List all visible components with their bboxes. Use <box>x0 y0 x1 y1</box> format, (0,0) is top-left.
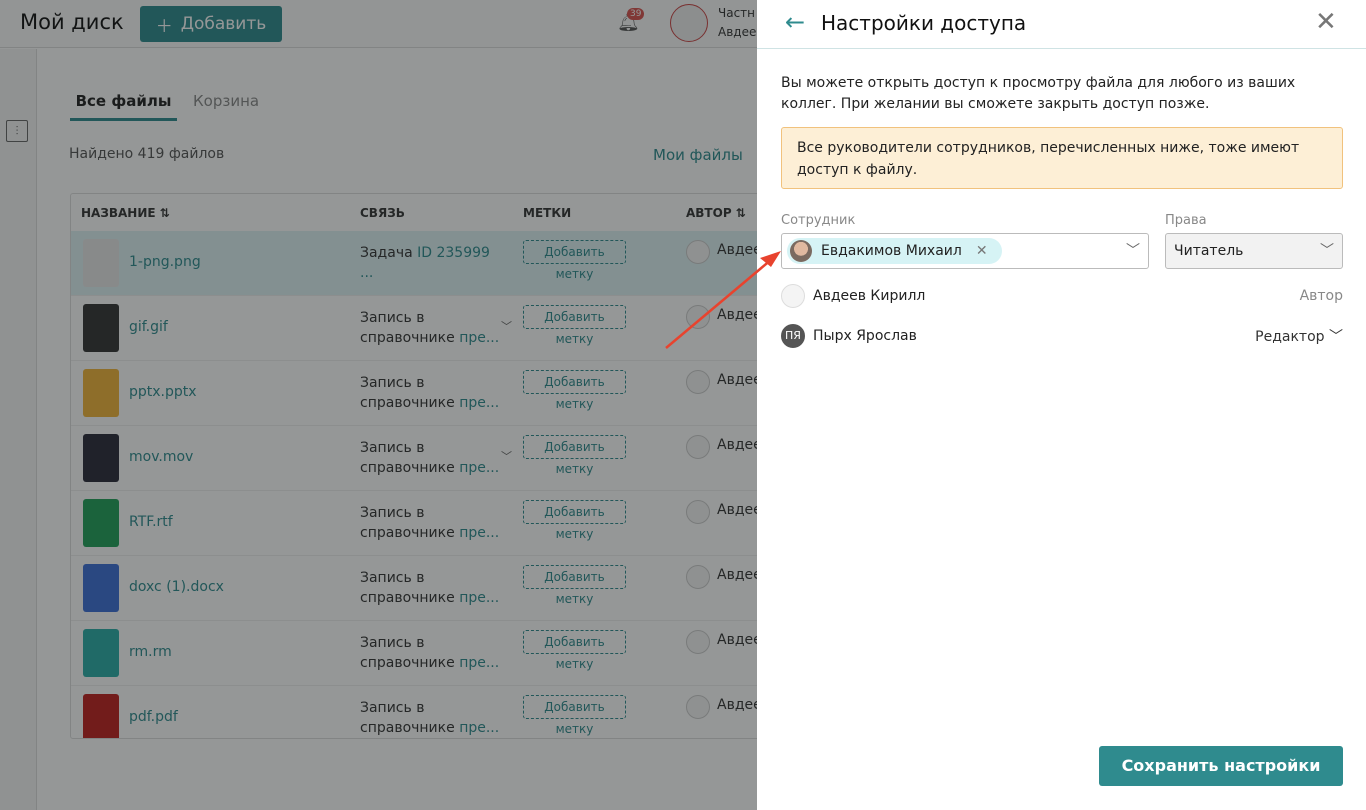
employee-chip: Евдакимов Михаил ✕ <box>787 238 1002 264</box>
person-row: ПЯ Пырх Ярослав Редактор ﹀ <box>781 324 1343 348</box>
employee-avatar <box>790 240 812 262</box>
role-select[interactable]: Редактор ﹀ <box>1255 326 1343 346</box>
panel-description: Вы можете открыть доступ к просмотру фай… <box>781 75 1296 112</box>
rights-select[interactable]: Читатель ﹀ <box>1165 233 1343 269</box>
back-arrow-icon[interactable]: ← <box>785 8 805 36</box>
chevron-down-icon[interactable]: ﹀ <box>1126 240 1140 260</box>
close-icon[interactable]: ✕ <box>1315 7 1337 37</box>
warning-box: Все руководители сотрудников, перечислен… <box>781 127 1343 189</box>
employee-label: Сотрудник <box>781 213 856 228</box>
panel-header: ← Настройки доступа ✕ <box>757 0 1366 49</box>
employee-select[interactable]: Евдакимов Михаил ✕ ﹀ <box>781 233 1149 269</box>
panel-title: Настройки доступа <box>821 11 1027 35</box>
avatar: ПЯ <box>781 324 805 348</box>
person-name: Пырх Ярослав <box>813 328 917 344</box>
rights-label: Права <box>1165 213 1207 228</box>
chevron-down-icon: ﹀ <box>1320 243 1334 259</box>
rights-value: Читатель <box>1174 243 1244 259</box>
avatar <box>781 284 805 308</box>
person-row: Авдеев Кирилл Автор <box>781 284 1343 308</box>
person-role: Автор <box>1299 288 1343 304</box>
employee-chip-name: Евдакимов Михаил <box>821 243 962 259</box>
remove-chip-icon[interactable]: ✕ <box>976 238 988 264</box>
person-name: Авдеев Кирилл <box>813 288 926 304</box>
save-settings-button[interactable]: Сохранить настройки <box>1099 746 1343 786</box>
access-settings-panel: ← Настройки доступа ✕ Вы можете открыть … <box>757 0 1366 810</box>
modal-overlay[interactable] <box>0 0 757 810</box>
